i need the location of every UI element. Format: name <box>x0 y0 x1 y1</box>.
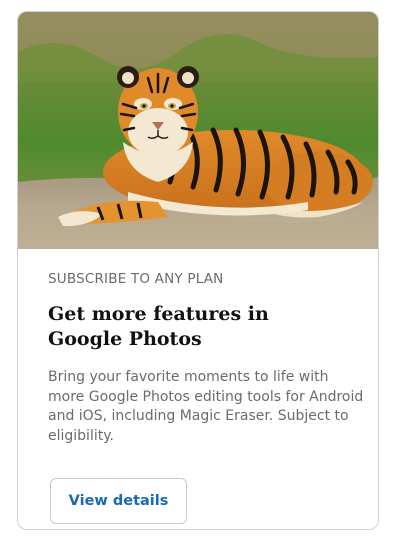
card-title: Get more features in Google Photos <box>48 303 269 350</box>
plan-eyebrow: SUBSCRIBE TO ANY PLAN <box>48 271 224 287</box>
tiger-photo <box>18 12 378 249</box>
promo-card: SUBSCRIBE TO ANY PLAN Get more features … <box>17 11 379 530</box>
view-details-button[interactable]: View details <box>50 478 187 524</box>
card-description: Bring your favorite moments to life with… <box>48 369 364 444</box>
